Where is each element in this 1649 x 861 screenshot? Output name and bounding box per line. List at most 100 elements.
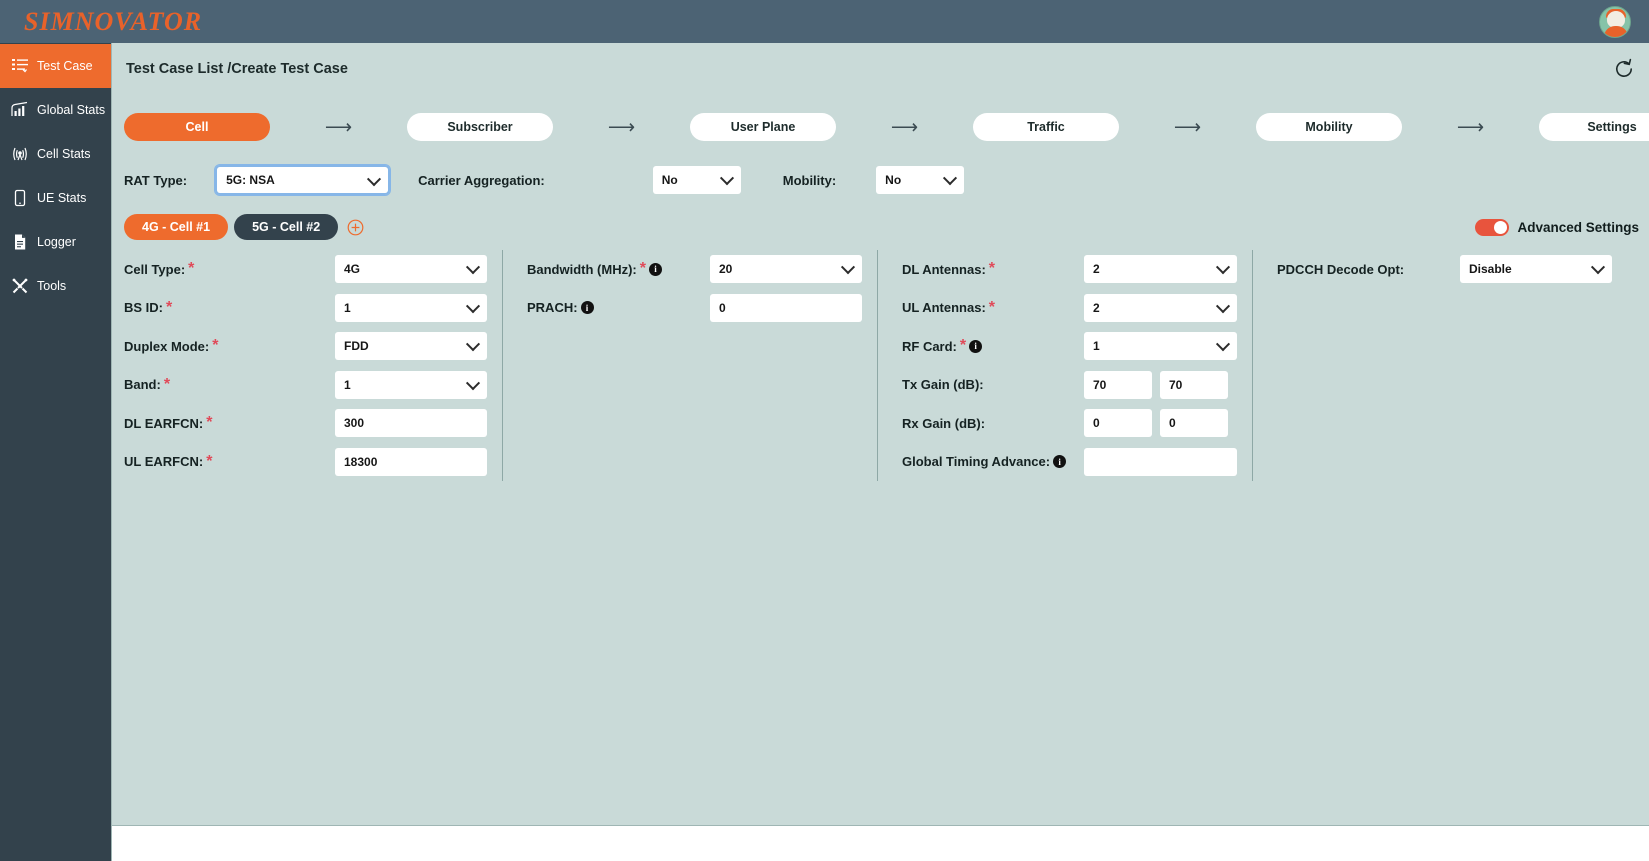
global-timing-advance-input[interactable] xyxy=(1084,448,1237,476)
info-icon[interactable]: i xyxy=(581,301,594,314)
band-select[interactable]: 1 xyxy=(335,371,487,399)
field-ul-antennas: UL Antennas:* 2 xyxy=(902,289,1237,328)
required-marker: * xyxy=(206,453,212,471)
field-value: 1 xyxy=(335,294,487,322)
sidebar-item-logger[interactable]: Logger xyxy=(0,220,111,264)
sidebar-item-tools[interactable]: Tools xyxy=(0,264,111,308)
tab-user-plane[interactable]: User Plane xyxy=(690,113,836,141)
app-logo: SIMNOVATOR xyxy=(24,7,202,37)
user-avatar-icon[interactable] xyxy=(1599,6,1631,38)
cell-pill-1[interactable]: 4G - Cell #1 xyxy=(124,214,228,240)
ul-antennas-select[interactable]: 2 xyxy=(1084,294,1237,322)
plus-circle-icon[interactable] xyxy=(347,219,364,236)
tx-gain-input-1[interactable]: 70 xyxy=(1084,371,1152,399)
sidebar-item-ue-stats[interactable]: UE Stats xyxy=(0,176,111,220)
tab-mobility[interactable]: Mobility xyxy=(1256,113,1402,141)
tab-label: Mobility xyxy=(1305,120,1352,134)
sidebar-item-test-case[interactable]: Test Case xyxy=(0,44,111,88)
sidebar-item-cell-stats[interactable]: Cell Stats xyxy=(0,132,111,176)
refresh-icon[interactable] xyxy=(1613,58,1635,80)
step-arrow-4: ⟶ xyxy=(1119,118,1256,137)
sidebar-item-label: Cell Stats xyxy=(37,147,91,161)
field-value: 20 xyxy=(710,255,862,283)
field-label: Cell Type: xyxy=(124,262,185,277)
rx-gain-input-2[interactable]: 0 xyxy=(1160,409,1228,437)
field-band: Band:* 1 xyxy=(124,366,487,405)
form-column-1: Cell Type:* 4G BS ID:* 1 Duplex Mode:* F… xyxy=(124,250,487,481)
tab-label: Settings xyxy=(1587,120,1636,134)
info-icon[interactable]: i xyxy=(649,263,662,276)
field-global-timing-advance: Global Timing Advance:i xyxy=(902,443,1237,482)
app-root: SIMNOVATOR Test Case xyxy=(0,0,1649,861)
required-marker: * xyxy=(212,337,218,355)
field-label: Global Timing Advance: xyxy=(902,454,1050,469)
tab-settings[interactable]: Settings xyxy=(1539,113,1649,141)
cell-type-select[interactable]: 4G xyxy=(335,255,487,283)
step-arrow-5: ⟶ xyxy=(1402,118,1539,137)
step-arrow-1: ⟶ xyxy=(270,118,407,137)
required-marker: * xyxy=(989,299,995,317)
avatar-face xyxy=(1607,11,1625,28)
field-label: Tx Gain (dB): xyxy=(902,377,984,392)
field-rf-card: RF Card:*i 1 xyxy=(902,327,1237,366)
breadcrumb-bar: Test Case List /Create Test Case xyxy=(112,43,1649,94)
field-value: 4G xyxy=(335,255,487,283)
rat-type-select[interactable]: 5G: NSA xyxy=(215,165,390,195)
sidebar-item-label: Global Stats xyxy=(37,103,105,117)
bandwidth-select[interactable]: 20 xyxy=(710,255,862,283)
field-label: PDCCH Decode Opt: xyxy=(1277,262,1404,277)
advanced-settings-toggle[interactable] xyxy=(1475,219,1509,236)
sidebar-item-label: Logger xyxy=(37,235,76,249)
info-icon[interactable]: i xyxy=(969,340,982,353)
prach-input[interactable]: 0 xyxy=(710,294,862,322)
field-label: DL EARFCN: xyxy=(124,416,203,431)
field-tx-gain: Tx Gain (dB): 70 70 xyxy=(902,366,1237,405)
cell-tower-icon xyxy=(10,144,30,164)
required-marker: * xyxy=(206,414,212,432)
mobility-select[interactable]: No xyxy=(876,166,964,194)
tab-subscriber[interactable]: Subscriber xyxy=(407,113,553,141)
field-label: Band: xyxy=(124,377,161,392)
rx-gain-input-1[interactable]: 0 xyxy=(1084,409,1152,437)
form-column-3: DL Antennas:* 2 UL Antennas:* 2 RF Card:… xyxy=(877,250,1237,481)
field-dl-antennas: DL Antennas:* 2 xyxy=(902,250,1237,289)
dl-earfcn-input[interactable]: 300 xyxy=(335,409,487,437)
step-tabs: Cell ⟶ Subscriber ⟶ User Plane ⟶ Traffic… xyxy=(112,94,1649,152)
info-icon[interactable]: i xyxy=(1053,455,1066,468)
dl-antennas-select[interactable]: 2 xyxy=(1084,255,1237,283)
tab-cell[interactable]: Cell xyxy=(124,113,270,141)
required-marker: * xyxy=(166,299,172,317)
tab-label: Cell xyxy=(186,120,209,134)
sidebar-item-label: UE Stats xyxy=(37,191,86,205)
tx-gain-input-2[interactable]: 70 xyxy=(1160,371,1228,399)
sidebar-item-label: Test Case xyxy=(37,59,93,73)
carrier-aggregation-select[interactable]: No xyxy=(653,166,741,194)
mobility-label: Mobility: xyxy=(783,173,836,188)
field-label: UL EARFCN: xyxy=(124,454,203,469)
tab-traffic[interactable]: Traffic xyxy=(973,113,1119,141)
field-ul-earfcn: UL EARFCN:* 18300 xyxy=(124,443,487,482)
field-label: Bandwidth (MHz): xyxy=(527,262,637,277)
rf-card-select[interactable]: 1 xyxy=(1084,332,1237,360)
form-column-4: PDCCH Decode Opt: Disable xyxy=(1252,250,1612,481)
cell-pill-label: 4G - Cell #1 xyxy=(142,220,210,234)
field-label: PRACH: xyxy=(527,300,578,315)
required-marker: * xyxy=(188,260,194,278)
pdcch-decode-opt-select[interactable]: Disable xyxy=(1460,255,1612,283)
ul-earfcn-input[interactable]: 18300 xyxy=(335,448,487,476)
duplex-mode-select[interactable]: FDD xyxy=(335,332,487,360)
required-marker: * xyxy=(640,260,646,278)
required-marker: * xyxy=(960,337,966,355)
avatar-body xyxy=(1604,26,1628,37)
required-marker: * xyxy=(164,376,170,394)
field-bs-id: BS ID:* 1 xyxy=(124,289,487,328)
cell-pill-2[interactable]: 5G - Cell #2 xyxy=(234,214,338,240)
carrier-aggregation-label: Carrier Aggregation: xyxy=(418,173,545,188)
step-arrow-2: ⟶ xyxy=(553,118,690,137)
avatar[interactable] xyxy=(1599,6,1631,38)
breadcrumb[interactable]: Test Case List /Create Test Case xyxy=(126,61,348,77)
bar-chart-icon xyxy=(10,100,30,120)
sidebar-item-global-stats[interactable]: Global Stats xyxy=(0,88,111,132)
field-dl-earfcn: DL EARFCN:* 300 xyxy=(124,404,487,443)
bs-id-select[interactable]: 1 xyxy=(335,294,487,322)
